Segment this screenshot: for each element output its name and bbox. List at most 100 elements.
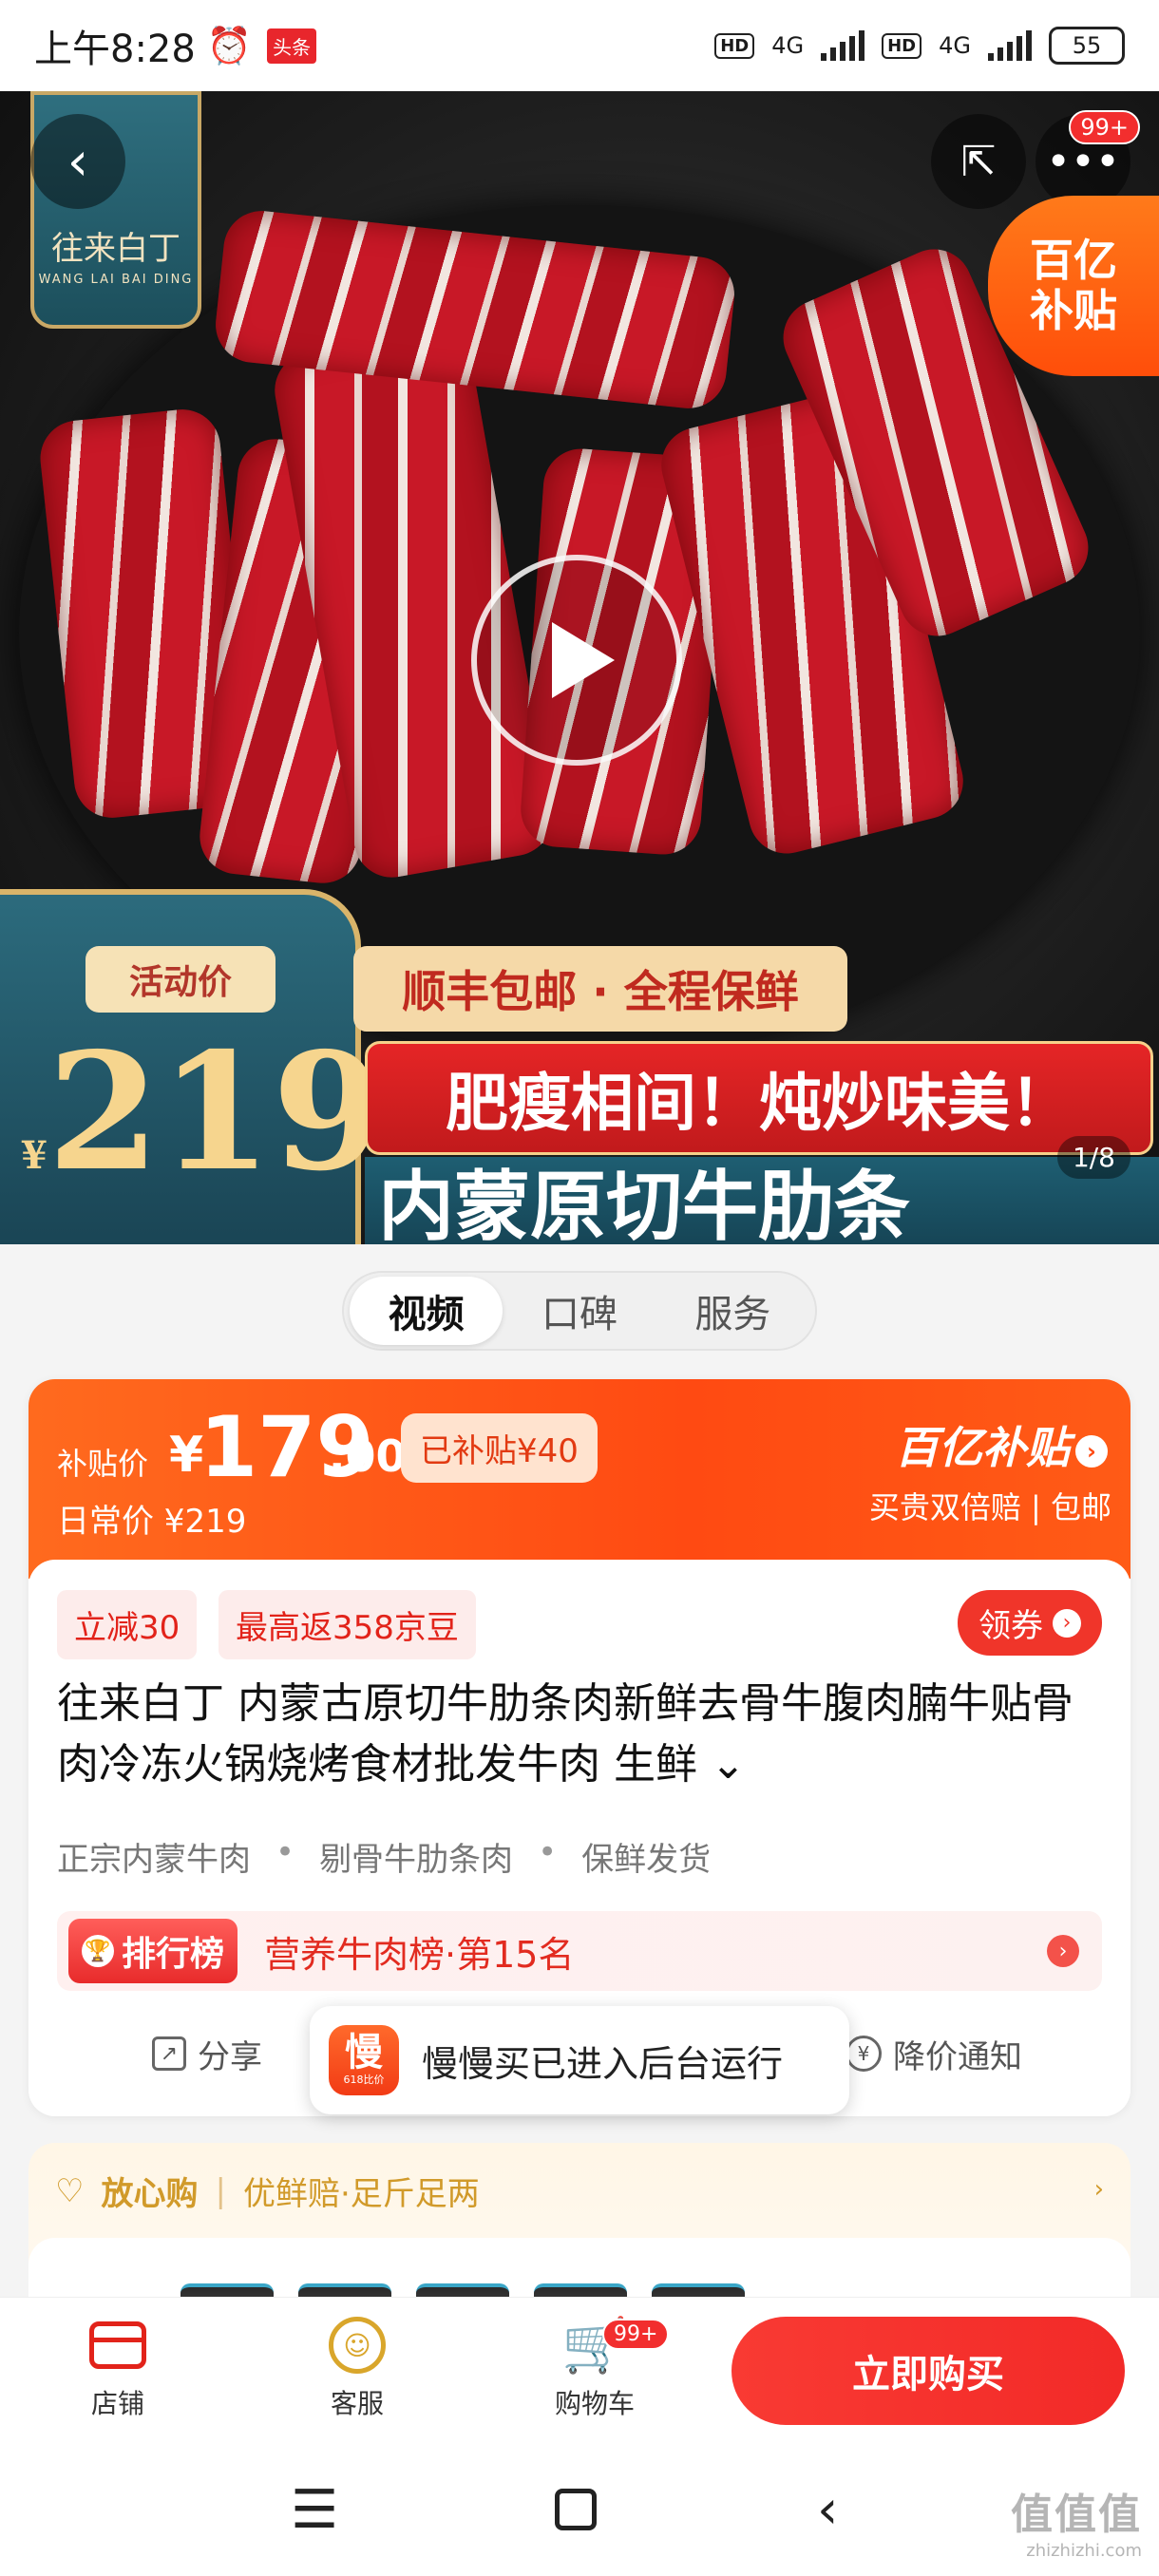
customer-service-icon: ☺ — [327, 2315, 388, 2376]
chevron-right-icon: › — [1047, 1935, 1079, 1967]
feature-list: 正宗内蒙牛肉 • 剔骨牛肋条肉 • 保鲜发货 — [57, 1833, 711, 1880]
subsidy-price-label: 补贴价 — [57, 1446, 149, 1482]
watermark-url: zhizhizhi.com — [1026, 2541, 1142, 2561]
activity-price: ¥219 — [21, 1032, 385, 1193]
hd-icon: HD — [882, 32, 922, 59]
share-action[interactable]: ↗ 分享 — [152, 2031, 262, 2077]
status-bar: 上午8:28 ⏰ 头条 HD 4G HD 4G 55 — [0, 0, 1159, 91]
feature-separator: • — [276, 1833, 295, 1871]
watermark: 值值值 zhizhizhi.com — [1011, 2480, 1142, 2561]
price-alert-label: 降价通知 — [893, 2037, 1022, 2076]
alarm-icon: ⏰ — [206, 24, 253, 66]
app-icon-glyph: 慢 — [345, 2031, 383, 2074]
assurance-title: 放心购 — [101, 2175, 199, 2213]
watermark-text: 值值值 — [1011, 2491, 1142, 2539]
battery-icon: 55 — [1049, 27, 1125, 65]
price-currency: ¥ — [169, 1427, 204, 1484]
feature-item: 保鲜发货 — [581, 1841, 712, 1879]
manmanbuy-app-icon: 慢 618比价 — [329, 2025, 399, 2095]
image-counter: 1/8 — [1056, 1136, 1130, 1179]
brand-logo-text: 往来白丁 — [51, 230, 180, 268]
toast-message: 慢慢买已进入后台运行 — [422, 2042, 784, 2085]
clock: 上午8:28 — [34, 28, 196, 71]
ranking-tag: 🏆 排行榜 — [68, 1919, 238, 1983]
subsidy-guarantee: 买贵双倍赔 | 包邮 — [868, 1489, 1112, 1525]
shop-label: 店铺 — [90, 2388, 144, 2419]
menu-icon[interactable]: ☰ — [291, 2479, 338, 2541]
subsidy-corner-line: 补贴 — [1030, 285, 1117, 336]
tab-service[interactable]: 服务 — [656, 1277, 809, 1345]
shop-button[interactable]: 店铺 — [51, 2315, 184, 2421]
app-icon-caption: 618比价 — [343, 2074, 385, 2086]
back-icon[interactable]: ‹ — [817, 2479, 838, 2541]
signal-icon — [821, 30, 865, 61]
customer-service-label: 客服 — [330, 2388, 384, 2419]
play-icon — [552, 622, 615, 698]
jd-beans-chip[interactable]: 最高返358京豆 — [218, 1590, 476, 1659]
cart-badge: 99+ — [602, 2319, 670, 2350]
subsidy-brand-link[interactable]: 百亿补贴 › — [895, 1413, 1108, 1476]
bottom-action-bar: 店铺 ☺ 客服 🛒 99+ 购物车 立即购买 — [0, 2297, 1159, 2451]
heart-icon: ♡ — [55, 2171, 85, 2210]
back-button[interactable]: ‹ — [30, 114, 125, 209]
share-icon: ⇱ — [960, 137, 997, 186]
system-navigation-bar: ☰ ‹ 值值值 zhizhizhi.com — [0, 2451, 1159, 2576]
price-alert-action[interactable]: ¥ 降价通知 — [846, 2031, 1022, 2077]
feature-separator: • — [538, 1833, 558, 1871]
regular-price: 日常价 ¥219 — [57, 1503, 247, 1541]
ranking-text: 营养牛肉榜·第15名 — [264, 1933, 575, 1976]
share-button[interactable]: ⇱ — [931, 114, 1026, 209]
product-title[interactable]: 往来白丁 内蒙古原切牛肋条肉新鲜去骨牛腹肉腩牛贴骨肉冷冻火锅烧烤食材批发牛肉 生… — [57, 1674, 1102, 1795]
feature-item: 正宗内蒙牛肉 — [57, 1841, 251, 1879]
get-coupon-button[interactable]: 领券 › — [958, 1590, 1102, 1656]
tab-reviews[interactable]: 口碑 — [503, 1277, 656, 1345]
product-title-text: 往来白丁 内蒙古原切牛肋条肉新鲜去骨牛腹肉腩牛贴骨肉冷冻火锅烧烤食材批发牛肉 生… — [57, 1679, 1074, 1789]
chevron-right-icon: › — [1075, 1434, 1108, 1468]
get-coupon-label: 领券 — [978, 1607, 1043, 1645]
notification-badge: 99+ — [1069, 110, 1140, 144]
media-tabs: 视频 口碑 服务 — [342, 1271, 817, 1351]
network-type: 4G — [939, 32, 971, 59]
ranking-banner[interactable]: 🏆 排行榜 营养牛肉榜·第15名 › — [57, 1911, 1102, 1991]
yen-icon: ¥ — [846, 2036, 882, 2072]
product-image-gallery[interactable]: 往来白丁 WANG LAI BAI DING ‹ ⇱ ••• 99+ 百亿 补贴… — [0, 91, 1159, 1244]
subsidy-corner-line: 百亿 — [1030, 235, 1117, 287]
discount-chip[interactable]: 立减30 — [57, 1590, 198, 1659]
feature-item: 剔骨牛肋条肉 — [319, 1841, 514, 1879]
background-toast: 慢 618比价 慢慢买已进入后台运行 — [310, 2006, 849, 2114]
slogan-banner: 肥瘦相间！炖炒味美！ — [365, 1041, 1153, 1155]
chevron-down-icon[interactable]: ⌄ — [711, 1740, 746, 1789]
brand-logo-pinyin: WANG LAI BAI DING — [38, 273, 194, 287]
cart-label: 购物车 — [554, 2388, 635, 2419]
divider: | — [215, 2171, 226, 2210]
assurance-row: ♡ 放心购 | 优鲜赔·足斤足两 — [55, 2168, 480, 2214]
hd-icon: HD — [714, 32, 755, 59]
cart-button[interactable]: 🛒 99+ 购物车 — [528, 2315, 670, 2421]
buy-now-button[interactable]: 立即购买 — [732, 2317, 1125, 2425]
status-indicators: HD 4G HD 4G 55 — [714, 27, 1125, 65]
activity-price-currency: ¥ — [21, 1133, 48, 1178]
home-icon[interactable] — [555, 2489, 597, 2530]
chevron-right-icon: › — [1053, 1608, 1081, 1638]
assurance-detail: 优鲜赔·足斤足两 — [242, 2175, 480, 2213]
subsidy-brand-label: 百亿补贴 — [895, 1422, 1070, 1473]
chevron-right-icon: › — [1093, 2175, 1104, 2204]
store-icon — [87, 2315, 148, 2376]
activity-price-value: 219 — [47, 1017, 385, 1207]
shipping-banner: 顺丰包邮 · 全程保鲜 — [353, 946, 847, 1032]
subsidy-price-band: 补贴价 ¥ 179 .00 已补贴¥40 日常价 ¥219 百亿补贴 › 买贵双倍… — [28, 1379, 1130, 1579]
subsidized-amount-badge: 已补贴¥40 — [401, 1413, 598, 1483]
chevron-left-icon: ‹ — [66, 130, 89, 193]
subsidy-price-decimal: .00 — [329, 1430, 407, 1482]
news-app-badge: 头条 — [267, 28, 317, 64]
play-video-button[interactable] — [471, 555, 682, 766]
tab-video[interactable]: 视频 — [350, 1277, 504, 1345]
trophy-icon: 🏆 — [82, 1935, 114, 1967]
more-icon: ••• — [1046, 137, 1120, 186]
activity-price-label: 活动价 — [86, 946, 276, 1013]
customer-service-button[interactable]: ☺ 客服 — [291, 2315, 424, 2421]
ranking-tag-label: 排行榜 — [122, 1935, 225, 1974]
share-label: 分享 — [198, 2037, 262, 2076]
title-banner: 内蒙原切牛肋条 — [365, 1157, 1159, 1244]
subsidy-corner-badge: 百亿 补贴 — [988, 196, 1159, 376]
